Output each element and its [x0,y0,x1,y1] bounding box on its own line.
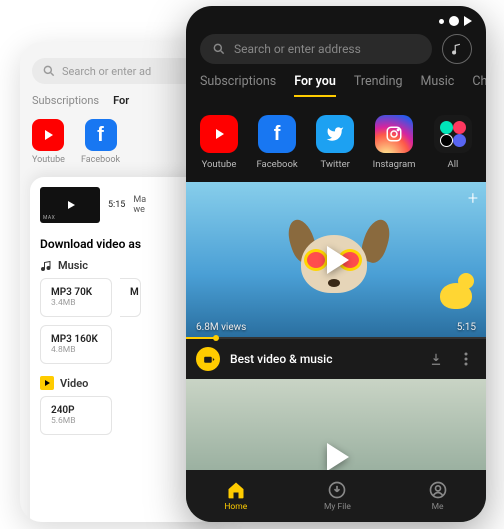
more-button[interactable] [456,352,476,366]
music-note-icon [450,42,464,56]
video-title-line1: Ma [133,195,146,205]
play-icon [327,246,349,274]
quicklink-twitter[interactable]: Twitter [316,115,354,170]
quicklink-facebook[interactable]: f Facebook [81,119,120,165]
category-tabs: Subscriptions For [30,94,210,115]
quicklink-instagram[interactable]: Instagram [373,115,416,170]
option-title: MP3 70K [51,287,101,298]
nav-label: Home [224,502,247,512]
tab-foryou[interactable]: For [113,94,129,107]
nav-home[interactable]: Home [224,480,247,512]
status-bar [186,6,486,32]
download-section-title: Download video as [40,237,200,251]
search-bar[interactable]: Search or enter ad [32,58,208,84]
tab-foryou[interactable]: For you [294,74,336,97]
download-button[interactable] [426,352,446,366]
video-thumbnail[interactable] [40,187,100,223]
tab-trending[interactable]: Trending [354,74,403,97]
tab-subscriptions[interactable]: Subscriptions [200,74,276,97]
option-cut[interactable]: M [120,278,141,317]
video-label: Video [60,377,88,390]
foreground-phone: Search or enter address Subscriptions Fo… [186,6,486,522]
instagram-icon [375,115,413,153]
play-icon [68,201,75,209]
option-mp3-160k[interactable]: MP3 160K 4.8MB [40,325,112,364]
youtube-icon [32,119,64,151]
quick-links: Youtube f Facebook [30,115,210,177]
search-placeholder: Search or enter address [234,42,361,56]
option-size: 3.4MB [51,298,101,308]
quicklink-youtube[interactable]: Youtube [200,115,238,170]
option-title: MP3 160K [51,334,101,345]
quicklink-facebook[interactable]: f Facebook [256,115,297,170]
quicklink-label: All [448,159,459,170]
nav-label: My File [324,502,351,512]
search-bar[interactable]: Search or enter address [200,34,432,64]
option-title: 240P [51,405,101,416]
option-size: 5.6MB [51,416,101,426]
category-tabs: Subscriptions For you Trending Music Cha… [186,74,486,105]
nav-me[interactable]: Me [428,480,448,512]
status-dot-icon [439,19,444,24]
quicklink-label: Youtube [32,155,65,165]
quicklink-label: Instagram [373,159,416,170]
music-subheader: Music [40,259,200,272]
quick-links: Youtube f Facebook Twitter Instagram All [186,105,486,182]
video-duration: 5:15 [108,200,125,210]
video-views: 6.8M views [196,322,246,333]
youtube-icon [200,115,238,153]
search-icon [42,64,56,78]
nav-label: Me [432,502,444,512]
music-icon [40,260,52,272]
channel-avatar[interactable] [196,347,220,371]
download-panel: 5:15 Ma we Download video as Music MP3 7… [30,177,210,522]
video-icon [40,376,54,390]
video-duration: 5:15 [457,322,476,333]
add-button[interactable]: + [468,188,478,209]
profile-icon [428,480,448,500]
quicklink-label: Facebook [256,159,297,170]
option-mp3-70k[interactable]: MP3 70K 3.4MB [40,278,112,317]
status-signal-icon [464,16,472,26]
status-dot-icon [449,16,459,26]
tab-channels[interactable]: Chan [472,74,486,97]
tab-subscriptions[interactable]: Subscriptions [32,94,99,107]
bottom-nav: Home My File Me [186,470,486,522]
video-title-line2: we [133,205,146,215]
option-240p[interactable]: 240P 5.6MB [40,396,112,435]
search-icon [212,42,226,56]
option-size: 4.8MB [51,345,101,355]
search-placeholder: Search or enter ad [62,65,151,78]
play-icon [327,443,349,471]
all-apps-icon [434,115,472,153]
facebook-icon: f [85,119,117,151]
quicklink-label: Twitter [321,159,350,170]
twitter-icon [316,115,354,153]
video-title: Best video & music [230,352,416,366]
quicklink-youtube[interactable]: Youtube [32,119,65,165]
quicklink-label: Youtube [202,159,237,170]
home-icon [226,480,246,500]
quicklink-label: Facebook [81,155,120,165]
nav-myfile[interactable]: My File [324,480,351,512]
video-title-bar: Best video & music [186,339,486,379]
quicklink-all[interactable]: All [434,115,472,170]
feed-video-1[interactable]: + 6.8M views 5:15 [186,182,486,337]
video-subheader: Video [40,376,200,390]
tab-music[interactable]: Music [421,74,455,97]
facebook-icon: f [258,115,296,153]
music-shortcut-button[interactable] [442,34,472,64]
music-label: Music [58,259,88,272]
duck-icon [440,283,472,309]
download-icon [327,480,347,500]
